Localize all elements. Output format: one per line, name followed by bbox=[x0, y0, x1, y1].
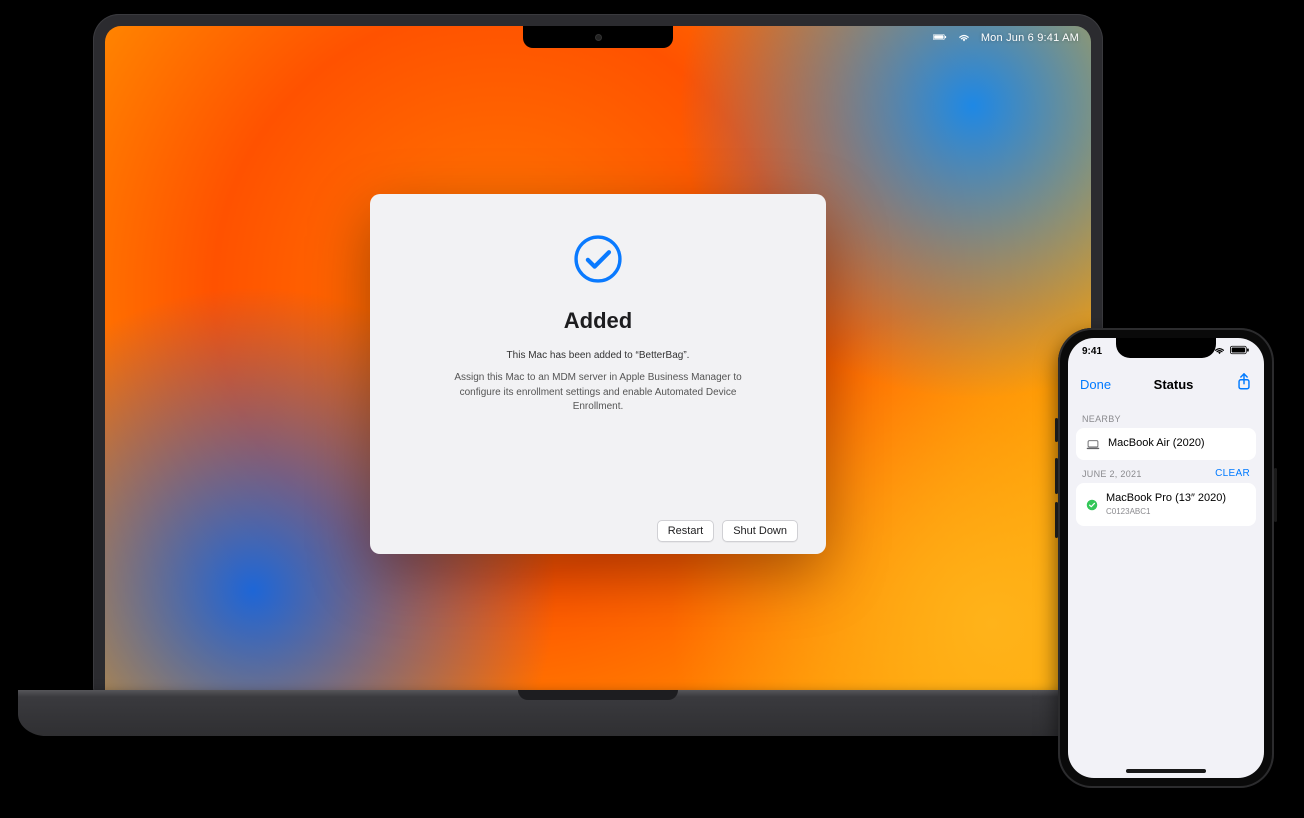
macbook-base bbox=[18, 690, 1178, 736]
macbook-bezel: Mon Jun 6 9:41 AM Added This Mac has bee… bbox=[93, 14, 1103, 694]
section-label-nearby: NEARBY bbox=[1068, 406, 1264, 428]
nearby-label-text: NEARBY bbox=[1082, 414, 1121, 424]
history-date-text: JUNE 2, 2021 bbox=[1082, 469, 1142, 479]
checkmark-circle-icon bbox=[1086, 498, 1098, 510]
nearby-device-title: MacBook Air (2020) bbox=[1108, 437, 1205, 450]
home-indicator[interactable] bbox=[1126, 769, 1206, 773]
iphone-screen: 9:41 Done Status bbox=[1068, 338, 1264, 778]
dialog-footer: Restart Shut Down bbox=[398, 510, 798, 542]
history-device-row[interactable]: MacBook Pro (13″ 2020) C0123ABC1 bbox=[1076, 483, 1256, 526]
mac-notch bbox=[523, 26, 673, 48]
dialog-subtitle: This Mac has been added to “BetterBag”. bbox=[507, 350, 690, 361]
checkmark-circle-icon bbox=[571, 232, 625, 286]
shutdown-button[interactable]: Shut Down bbox=[722, 520, 798, 542]
iphone-volume-up bbox=[1055, 458, 1058, 494]
iphone-notch bbox=[1116, 338, 1216, 358]
history-device-serial: C0123ABC1 bbox=[1106, 507, 1226, 517]
restart-button[interactable]: Restart bbox=[657, 520, 714, 542]
share-icon bbox=[1236, 373, 1252, 391]
iphone-volume-down bbox=[1055, 502, 1058, 538]
iphone-device: 9:41 Done Status bbox=[1058, 328, 1274, 788]
section-label-history: JUNE 2, 2021 CLEAR bbox=[1068, 460, 1264, 483]
wifi-icon bbox=[957, 30, 971, 47]
battery-icon bbox=[1230, 345, 1250, 358]
dialog-description: Assign this Mac to an MDM server in Appl… bbox=[433, 371, 763, 415]
iphone-side-button bbox=[1274, 468, 1277, 522]
macbook-device: Mon Jun 6 9:41 AM Added This Mac has bee… bbox=[18, 14, 1178, 814]
battery-icon bbox=[933, 30, 947, 47]
share-button[interactable] bbox=[1236, 373, 1252, 396]
clear-button[interactable]: CLEAR bbox=[1215, 468, 1250, 479]
history-device-title: MacBook Pro (13″ 2020) bbox=[1106, 492, 1226, 505]
laptop-icon bbox=[1086, 437, 1100, 451]
done-button[interactable]: Done bbox=[1080, 377, 1111, 392]
iphone-content: NEARBY MacBook Air (2020) JUNE 2, 2021 C… bbox=[1068, 402, 1264, 778]
iphone-nav-header: Done Status bbox=[1068, 366, 1264, 402]
dialog-title: Added bbox=[564, 308, 632, 334]
mac-desktop: Mon Jun 6 9:41 AM Added This Mac has bee… bbox=[105, 26, 1091, 690]
iphone-mute-switch bbox=[1055, 418, 1058, 442]
nearby-device-row[interactable]: MacBook Air (2020) bbox=[1076, 428, 1256, 460]
added-dialog: Added This Mac has been added to “Better… bbox=[370, 194, 826, 554]
iphone-status-time: 9:41 bbox=[1082, 346, 1102, 357]
nav-title: Status bbox=[1154, 377, 1194, 392]
menubar-clock: Mon Jun 6 9:41 AM bbox=[981, 32, 1079, 44]
